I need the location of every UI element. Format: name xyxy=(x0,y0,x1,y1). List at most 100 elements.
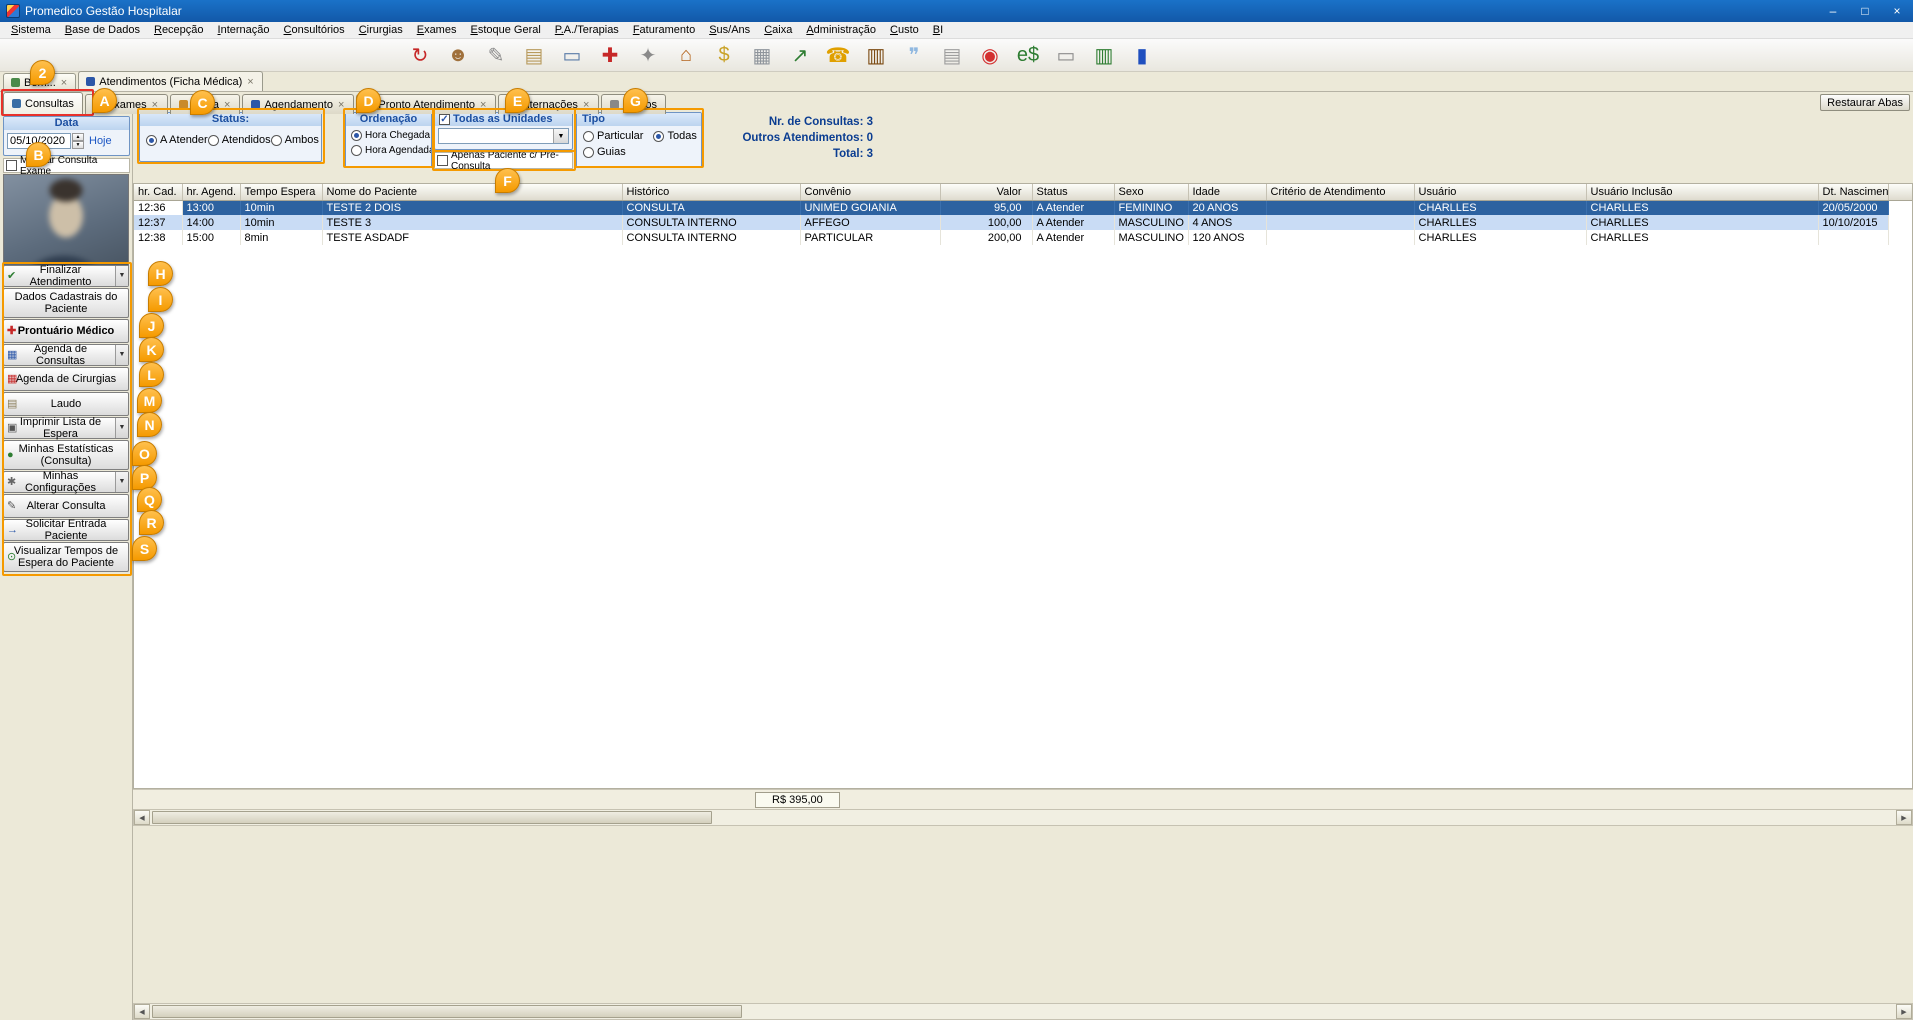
radio-hora-agendada[interactable]: Hora Agendada xyxy=(351,145,426,156)
imprimir-lista-espera-button[interactable]: ▣ Imprimir Lista de Espera ▼ xyxy=(3,417,129,439)
tab-close-icon[interactable]: × xyxy=(246,76,254,88)
minhas-configuracoes-button[interactable]: ✱ Minhas Configurações ▼ xyxy=(3,471,129,493)
menu-item-sus-ans[interactable]: Sus/Ans xyxy=(702,23,757,37)
dropdown-arrow-icon[interactable]: ▼ xyxy=(115,266,128,286)
close-icon[interactable]: × xyxy=(1881,0,1913,22)
prontuario-medico-button[interactable]: ✚ Prontuário Médico xyxy=(3,319,129,343)
content-scroll-thumb[interactable] xyxy=(152,1005,742,1018)
tab-close-icon[interactable]: × xyxy=(582,99,590,111)
finalizar-atendimento-button[interactable]: ✔ Finalizar Atendimento ▼ xyxy=(3,265,129,287)
menu-item-sistema[interactable]: Sistema xyxy=(4,23,58,37)
hospital-bed-icon[interactable]: ▭ xyxy=(557,40,587,70)
scroll-left-icon[interactable]: ◀ xyxy=(134,810,150,825)
radio-ambos[interactable]: Ambos xyxy=(271,134,319,146)
radio-guias[interactable]: Guias xyxy=(583,146,695,158)
todas-unidades-checkbox[interactable]: ✓ Todas as Unidades xyxy=(435,113,572,126)
unidade-combobox[interactable]: ▼ xyxy=(438,128,569,144)
ledger-icon[interactable]: ▥ xyxy=(861,40,891,70)
e-invoice-icon[interactable]: e$ xyxy=(1013,40,1043,70)
menu-item-estoque-geral[interactable]: Estoque Geral xyxy=(463,23,547,37)
dropdown-arrow-icon[interactable]: ▼ xyxy=(115,418,128,438)
mesclar-consulta-exame-checkbox[interactable]: Mesclar Consulta Exame xyxy=(3,158,130,173)
menu-item-custo[interactable]: Custo xyxy=(883,23,926,37)
column-header-idade[interactable]: Idade xyxy=(1188,184,1266,200)
column-header-dt-nascimento[interactable]: Dt. Nascimento xyxy=(1818,184,1888,200)
printer-icon[interactable]: ▭ xyxy=(1051,40,1081,70)
tab-agendamento[interactable]: Agendamento × xyxy=(242,94,354,114)
phonebook-icon[interactable]: ☎ xyxy=(823,40,853,70)
restaurar-abas-button[interactable]: Restaurar Abas xyxy=(1820,94,1910,111)
chat-icon[interactable]: ❞ xyxy=(899,40,929,70)
solicitar-entrada-paciente-button[interactable]: → Solicitar Entrada Paciente xyxy=(3,519,129,541)
agenda-cirurgias-button[interactable]: ▦ Agenda de Cirurgias xyxy=(3,367,129,391)
meeting-icon[interactable]: ☻ xyxy=(443,40,473,70)
spinner-up-icon[interactable]: ▲ xyxy=(72,133,84,141)
column-header-hr-agend[interactable]: hr. Agend. xyxy=(182,184,240,200)
minimize-icon[interactable]: – xyxy=(1817,0,1849,22)
laudo-button[interactable]: ▤ Laudo xyxy=(3,392,129,416)
column-header-hist-rico[interactable]: Histórico xyxy=(622,184,800,200)
dados-cadastrais-button[interactable]: Dados Cadastrais do Paciente xyxy=(3,288,129,318)
scroll-left-icon[interactable]: ◀ xyxy=(134,1004,150,1019)
menu-item-exames[interactable]: Exames xyxy=(410,23,464,37)
report-icon[interactable]: ▤ xyxy=(937,40,967,70)
radio-hora-chegada[interactable]: Hora Chegada xyxy=(351,130,426,141)
monitor-icon[interactable]: ▥ xyxy=(1089,40,1119,70)
tab-consultas[interactable]: Consultas xyxy=(3,92,83,114)
stock-chart-icon[interactable]: ↗ xyxy=(785,40,815,70)
combo-arrow-icon[interactable]: ▼ xyxy=(553,129,568,143)
menu-item-bi[interactable]: BI xyxy=(926,23,950,37)
apenas-pre-consulta-checkbox[interactable]: Apenas Paciente c/ Pré-Consulta xyxy=(434,152,573,169)
dropdown-arrow-icon[interactable]: ▼ xyxy=(115,345,128,365)
ambulance-icon[interactable]: ✚ xyxy=(595,40,625,70)
menu-item-consult-rios[interactable]: Consultórios xyxy=(277,23,352,37)
grid-scroll-thumb[interactable] xyxy=(152,811,712,824)
menu-item-p-a-terapias[interactable]: P.A./Terapias xyxy=(548,23,626,37)
safe-icon[interactable]: ▦ xyxy=(747,40,777,70)
hoje-button[interactable]: Hoje xyxy=(89,135,112,147)
minhas-estatisticas-button[interactable]: ● Minhas Estatísticas (Consulta) xyxy=(3,440,129,470)
column-header-tempo-espera[interactable]: Tempo Espera xyxy=(240,184,322,200)
column-header-sexo[interactable]: Sexo xyxy=(1114,184,1188,200)
column-header-status[interactable]: Status xyxy=(1032,184,1114,200)
menu-item-recep-o[interactable]: Recepção xyxy=(147,23,211,37)
column-header-nome-do-paciente[interactable]: Nome do Paciente xyxy=(322,184,622,200)
tab-close-icon[interactable]: × xyxy=(337,99,345,111)
menu-item-cirurgias[interactable]: Cirurgias xyxy=(352,23,410,37)
notes-icon[interactable]: ▤ xyxy=(519,40,549,70)
column-header-valor[interactable]: Valor xyxy=(940,184,1032,200)
dropdown-arrow-icon[interactable]: ▼ xyxy=(115,472,128,492)
table-row[interactable]: 12:3613:0010minTESTE 2 DOISCONSULTAUNIME… xyxy=(134,200,1888,215)
column-header-hr-cad[interactable]: hr. Cad. xyxy=(134,184,182,200)
document-hand-icon[interactable]: ✎ xyxy=(481,40,511,70)
refresh-icon[interactable]: ↻ xyxy=(405,40,435,70)
table-row[interactable]: 12:3714:0010minTESTE 3CONSULTA INTERNOAF… xyxy=(134,215,1888,230)
visualizar-tempos-espera-button[interactable]: ⊙ Visualizar Tempos de Espera do Pacient… xyxy=(3,542,129,572)
grid-hscrollbar[interactable]: ◀ ▶ xyxy=(133,809,1913,826)
tab-close-icon[interactable]: × xyxy=(223,99,231,111)
maximize-icon[interactable]: □ xyxy=(1849,0,1881,22)
menu-item-base-de-dados[interactable]: Base de Dados xyxy=(58,23,147,37)
power-icon[interactable]: ◉ xyxy=(975,40,1005,70)
agenda-consultas-button[interactable]: ▦ Agenda de Consultas ▼ xyxy=(3,344,129,366)
tab-close-icon[interactable]: × xyxy=(479,99,487,111)
bi-icon[interactable]: ▮ xyxy=(1127,40,1157,70)
menu-item-administra-o[interactable]: Administração xyxy=(799,23,883,37)
spinner-down-icon[interactable]: ▼ xyxy=(72,141,84,149)
scroll-right-icon[interactable]: ▶ xyxy=(1896,810,1912,825)
column-header-usu-rio[interactable]: Usuário xyxy=(1414,184,1586,200)
medical-tools-icon[interactable]: ✦ xyxy=(633,40,663,70)
column-header-usu-rio-inclus-o[interactable]: Usuário Inclusão xyxy=(1586,184,1818,200)
radio-todas[interactable]: Todas xyxy=(653,130,696,142)
table-row[interactable]: 12:3815:008minTESTE ASDADFCONSULTA INTER… xyxy=(134,230,1888,245)
radio-a-atender[interactable]: A Atender xyxy=(146,134,208,146)
finance-icon[interactable]: $ xyxy=(709,40,739,70)
scroll-right-icon[interactable]: ▶ xyxy=(1896,1004,1912,1019)
alterar-consulta-button[interactable]: ✎ Alterar Consulta xyxy=(3,494,129,518)
home-icon[interactable]: ⌂ xyxy=(671,40,701,70)
tab-close-icon[interactable]: × xyxy=(60,77,68,89)
menu-item-faturamento[interactable]: Faturamento xyxy=(626,23,702,37)
column-header-crit-rio-de-atendimento[interactable]: Critério de Atendimento xyxy=(1266,184,1414,200)
menu-item-interna-o[interactable]: Internação xyxy=(211,23,277,37)
content-hscrollbar[interactable]: ◀ ▶ xyxy=(133,1003,1913,1020)
